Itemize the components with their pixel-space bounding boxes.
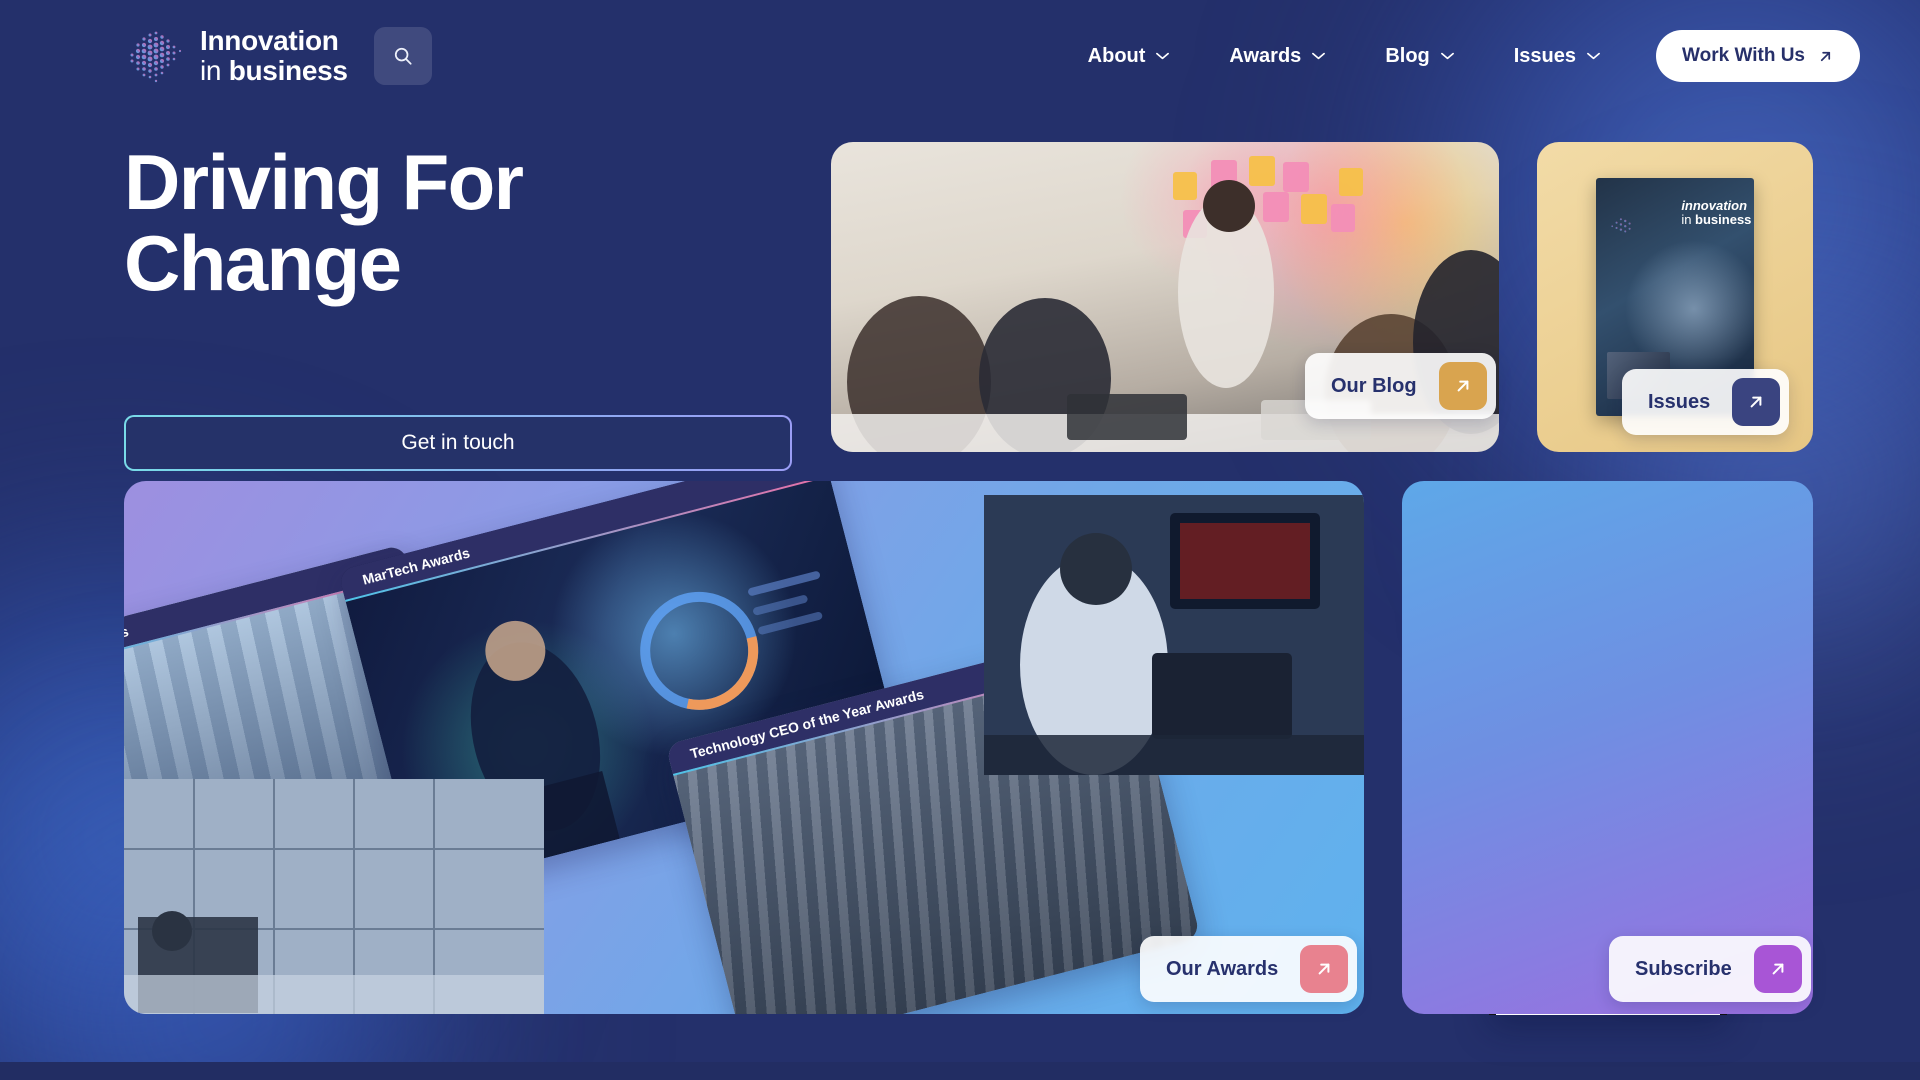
nav-item-about[interactable]: About — [1058, 45, 1200, 68]
card-news[interactable] — [1402, 481, 1813, 1014]
awards-office-photo — [124, 779, 544, 1014]
subscribe-arrow — [1753, 945, 1802, 993]
hero-title-line-2: Change — [124, 219, 402, 308]
chevron-down-icon — [1312, 52, 1326, 60]
work-with-us-button[interactable]: Work With Us — [1656, 30, 1860, 82]
hero-title-line-1: Driving For — [124, 138, 524, 226]
site-logo[interactable]: Innovation in business — [124, 25, 348, 87]
get-in-touch-button[interactable]: Get in touch — [124, 415, 792, 472]
magazine-title-line-2: in business — [1681, 212, 1752, 228]
nav-item-awards[interactable]: Awards — [1199, 45, 1355, 68]
arrow-up-right-icon — [1772, 963, 1784, 975]
magazine-title: innovation in business — [1681, 199, 1751, 226]
our-awards-label: Our Awards — [1166, 957, 1279, 980]
brand-wrap: Innovation in business — [124, 25, 432, 87]
site-header: Innovation in business About Awards Blog… — [0, 0, 1920, 112]
get-in-touch-label: Get in touch — [126, 417, 790, 470]
logo-line-1: Innovation — [200, 25, 339, 56]
nav-label: About — [1087, 44, 1146, 67]
arrow-up-right-icon — [1820, 51, 1831, 61]
magazine-title-line-1: innovation — [1681, 198, 1748, 214]
our-blog-button[interactable]: Our Blog — [1305, 353, 1496, 419]
magazine-logo-dots-icon — [1611, 218, 1631, 233]
our-awards-arrow — [1300, 945, 1349, 993]
chevron-down-icon — [1156, 52, 1170, 60]
card-awards[interactable]: Awards MarTech Awards Technology CEO of … — [124, 481, 1364, 1014]
nav-label: Issues — [1513, 44, 1577, 67]
hero-title: Driving For Change — [124, 141, 792, 308]
our-awards-button[interactable]: Our Awards — [1140, 936, 1358, 1002]
arrow-up-right-icon — [1318, 963, 1330, 975]
nav-item-issues[interactable]: Issues — [1484, 45, 1630, 68]
chevron-down-icon — [1587, 52, 1600, 60]
nav-label: Blog — [1385, 44, 1430, 67]
awards-worker-photo — [984, 495, 1364, 775]
our-blog-arrow — [1438, 362, 1487, 410]
subscribe-button[interactable]: Subscribe — [1609, 936, 1811, 1002]
bottom-bar — [0, 1062, 1920, 1080]
logo-wordmark: Innovation in business — [200, 27, 348, 85]
nav-label: Awards — [1229, 44, 1302, 67]
nav-item-blog[interactable]: Blog — [1355, 45, 1483, 68]
header-search-button[interactable] — [373, 27, 432, 85]
primary-nav: About Awards Blog Issues Work With Us — [1058, 30, 1860, 82]
logo-dots-icon — [130, 31, 182, 83]
our-blog-label: Our Blog — [1331, 374, 1417, 397]
issues-arrow — [1732, 378, 1781, 426]
logo-line-2: in business — [200, 55, 348, 86]
subscribe-label: Subscribe — [1635, 957, 1732, 980]
arrow-up-right-icon — [1457, 380, 1468, 392]
hero-section: Driving For Change Get in touch — [124, 141, 792, 472]
issues-button[interactable]: Issues — [1622, 369, 1790, 435]
chevron-down-icon — [1440, 52, 1454, 60]
search-icon — [394, 47, 412, 65]
arrow-up-right-icon — [1750, 396, 1762, 408]
cta-label: Work With Us — [1682, 45, 1805, 66]
issues-label: Issues — [1648, 390, 1711, 413]
